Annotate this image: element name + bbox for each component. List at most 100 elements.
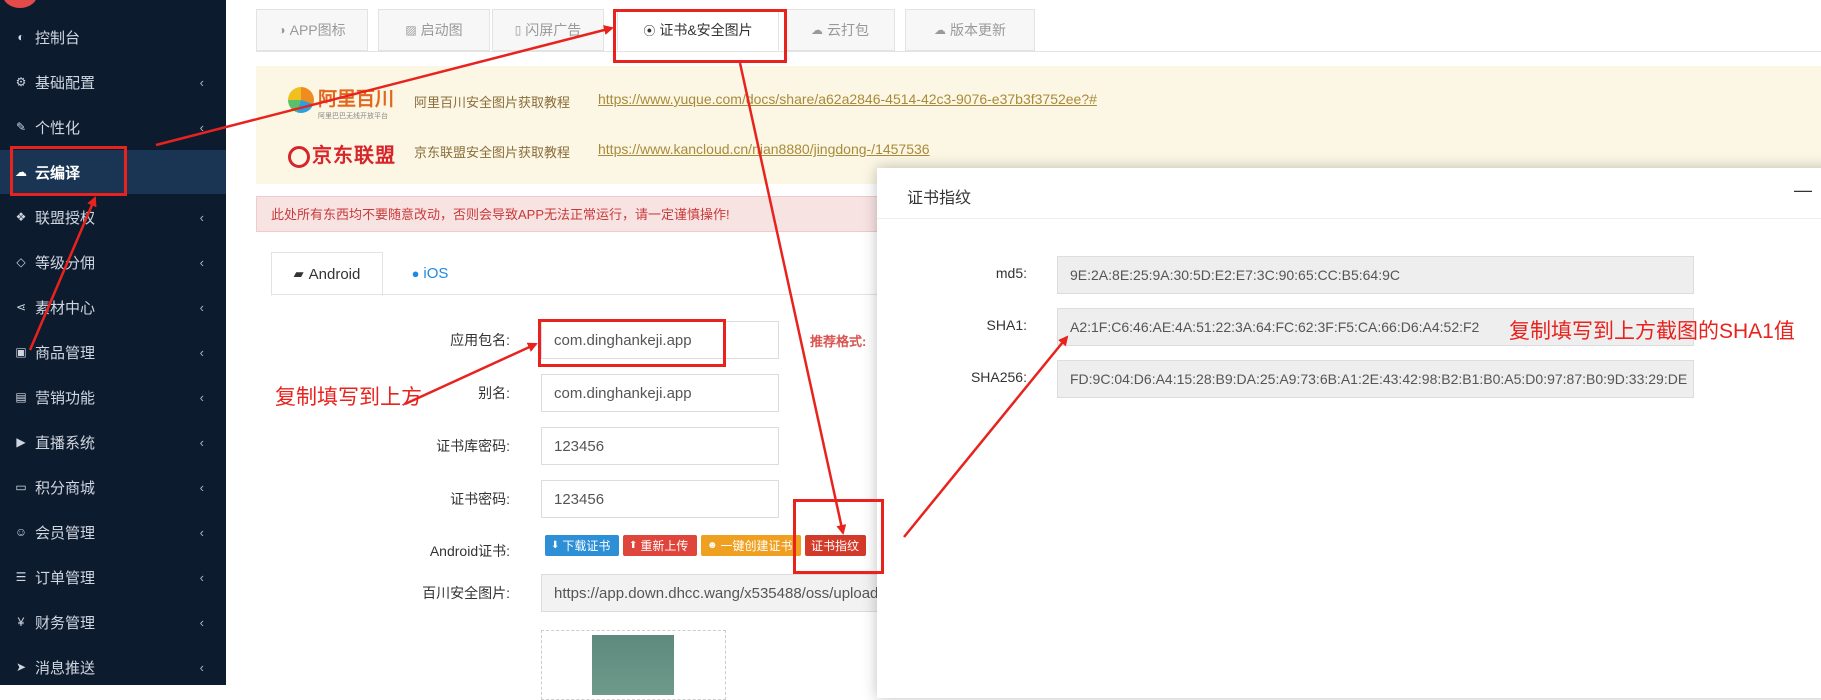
highlight-package-name xyxy=(538,319,726,367)
cloud-icon: ☁ xyxy=(811,23,823,37)
chevron-left-icon: ‹ xyxy=(199,389,204,405)
security-image-preview xyxy=(592,635,674,695)
tab-label: 启动图 xyxy=(420,22,463,38)
sidebar-item-7[interactable]: ⋖ 素材中心 ‹ xyxy=(0,285,226,329)
baichuan-image-input[interactable] xyxy=(541,574,896,612)
sidebar-item-label: 商品管理 xyxy=(35,344,96,362)
tab-label: Android xyxy=(308,265,361,283)
sidebar-item-label: 营销功能 xyxy=(35,389,96,407)
baichuan-swirl-icon xyxy=(288,86,314,113)
package-name-label: 应用包名: xyxy=(450,332,510,348)
cloud-upload-icon: ☁ xyxy=(934,23,946,37)
chevron-left-icon: ‹ xyxy=(199,614,204,630)
chevron-left-icon: ‹ xyxy=(199,119,204,135)
jcb-card-icon: ▭ xyxy=(15,480,27,494)
cert-fingerprint-dialog: 证书指纹 — md5: 9E:2A:8E:25:9A:30:5D:E2:E7:3… xyxy=(877,168,1821,698)
chevron-left-icon: ‹ xyxy=(199,209,204,225)
sidebar-item-2[interactable]: ⚙ 基础配置 ‹ xyxy=(0,60,226,104)
cert-password-label: 证书密码: xyxy=(450,491,510,507)
gift-icon: ▤ xyxy=(15,390,27,404)
briefcase-icon: ▣ xyxy=(15,345,27,359)
keystore-password-label: 证书库密码: xyxy=(436,438,510,454)
sidebar-item-11[interactable]: ▭ 积分商城 ‹ xyxy=(0,465,226,509)
sidebar-item-1[interactable]: ◐ 控制台 xyxy=(0,15,226,59)
dialog-header: 证书指纹 — xyxy=(877,168,1821,219)
tab-splash-ad[interactable]: ▯ 闪屏广告 xyxy=(492,9,604,51)
cubes-icon: ❖ xyxy=(15,210,27,224)
download-icon: ⬇ xyxy=(551,540,560,551)
alias-input[interactable] xyxy=(541,374,779,412)
button-label: 下载证书 xyxy=(562,539,611,553)
chevron-left-icon: ‹ xyxy=(199,299,204,315)
paper-plane-icon: ➤ xyxy=(15,660,27,674)
sidebar-item-12[interactable]: ☺ 会员管理 ‹ xyxy=(0,510,226,554)
cogs-icon: ⚙ xyxy=(15,75,27,89)
chevron-left-icon: ‹ xyxy=(199,479,204,495)
sidebar-item-label: 直播系统 xyxy=(35,434,96,452)
alibaba-tutorial-text: 阿里百川安全图片获取教程 xyxy=(414,95,571,110)
button-label: 重新上传 xyxy=(640,539,689,553)
info-banner xyxy=(256,66,1821,184)
tab-app-icon[interactable]: ◑ APP图标 xyxy=(256,9,368,51)
sidebar-item-3[interactable]: ✎ 个性化 ‹ xyxy=(0,105,226,149)
sidebar-item-label: 订单管理 xyxy=(35,569,96,587)
annotation-copy-above: 复制填写到上方 xyxy=(275,386,422,409)
tab-label: 闪屏广告 xyxy=(525,22,582,38)
dialog-title: 证书指纹 xyxy=(907,190,972,207)
create-cert-button[interactable]: ☻ 一键创建证书 xyxy=(701,535,801,556)
minimize-icon[interactable]: — xyxy=(1794,180,1812,201)
sidebar-item-10[interactable]: ▶ 直播系统 ‹ xyxy=(0,420,226,464)
tab-launch-image[interactable]: ▨ 启动图 xyxy=(378,9,490,51)
sidebar-item-5[interactable]: ❖ 联盟授权 ‹ xyxy=(0,195,226,239)
sidebar-item-13[interactable]: ☰ 订单管理 ‹ xyxy=(0,555,226,599)
tab-label: 版本更新 xyxy=(950,22,1006,38)
upload-icon: ⬆ xyxy=(629,540,638,551)
share-icon: ⋖ xyxy=(15,300,27,314)
reupload-button[interactable]: ⬆ 重新上传 xyxy=(623,535,697,556)
cert-password-input[interactable] xyxy=(541,480,779,518)
tab-android[interactable]: ▰ Android xyxy=(271,252,383,296)
user-card-icon: ☺ xyxy=(14,525,28,539)
download-cert-button[interactable]: ⬇ 下载证书 xyxy=(545,535,619,556)
sidebar-item-label: 财务管理 xyxy=(35,614,96,632)
tab-version-update[interactable]: ☁ 版本更新 xyxy=(905,9,1035,51)
chevron-left-icon: ‹ xyxy=(199,254,204,270)
platform-tab-divider xyxy=(271,294,896,295)
tab-ios[interactable]: ● iOS xyxy=(395,252,465,294)
diamond-icon: ◇ xyxy=(16,255,26,269)
sidebar-item-6[interactable]: ◇ 等级分佣 ‹ xyxy=(0,240,226,284)
sidebar-item-label: 积分商城 xyxy=(35,479,96,497)
jd-tutorial-link[interactable]: https://www.kancloud.cn/nian8880/jingdon… xyxy=(598,141,930,157)
sidebar-item-label: 基础配置 xyxy=(35,74,96,92)
sidebar-item-9[interactable]: ▤ 营销功能 ‹ xyxy=(0,375,226,419)
md5-field[interactable]: 9E:2A:8E:25:9A:30:5D:E2:E7:3C:90:65:CC:B… xyxy=(1057,256,1694,294)
highlight-cloud-compile xyxy=(10,146,127,196)
android-cert-label: Android证书: xyxy=(429,543,510,559)
md5-label: md5: xyxy=(995,265,1027,281)
logo-subtitle: 阿里巴巴无线开放平台 xyxy=(318,112,388,120)
button-label: 一键创建证书 xyxy=(720,539,793,553)
yen-icon: ¥ xyxy=(17,615,25,629)
smile-icon: ☻ xyxy=(707,540,718,551)
tab-cloud-package[interactable]: ☁ 云打包 xyxy=(785,9,895,51)
alibaba-tutorial-link[interactable]: https://www.yuque.com/docs/share/a62a284… xyxy=(598,91,1097,107)
chevron-left-icon: ‹ xyxy=(199,569,204,585)
tab-label: iOS xyxy=(423,264,449,282)
mobile-icon: ▯ xyxy=(514,23,522,37)
apple-icon: ● xyxy=(411,265,420,281)
contrast-icon: ◑ xyxy=(278,23,286,37)
video-camera-icon: ▶ xyxy=(16,435,26,449)
sidebar-item-15[interactable]: ➤ 消息推送 ‹ xyxy=(0,645,226,689)
sidebar-item-14[interactable]: ¥ 财务管理 ‹ xyxy=(0,600,226,644)
keystore-password-input[interactable] xyxy=(541,427,779,465)
sha1-label: SHA1: xyxy=(986,317,1027,333)
magic-wand-icon: ✎ xyxy=(15,120,27,134)
chevron-left-icon: ‹ xyxy=(199,74,204,90)
alibaba-baichuan-logo: 阿里百川 阿里巴巴无线开放平台 xyxy=(288,84,394,121)
sha256-field[interactable]: FD:9C:04:D6:A4:15:28:B9:DA:25:A9:73:6B:A… xyxy=(1057,360,1694,398)
tab-label: 云打包 xyxy=(827,22,869,38)
tab-divider xyxy=(256,51,1821,52)
chevron-left-icon: ‹ xyxy=(199,344,204,360)
sidebar-item-8[interactable]: ▣ 商品管理 ‹ xyxy=(0,330,226,374)
logo-text: 阿里百川 xyxy=(318,89,395,110)
